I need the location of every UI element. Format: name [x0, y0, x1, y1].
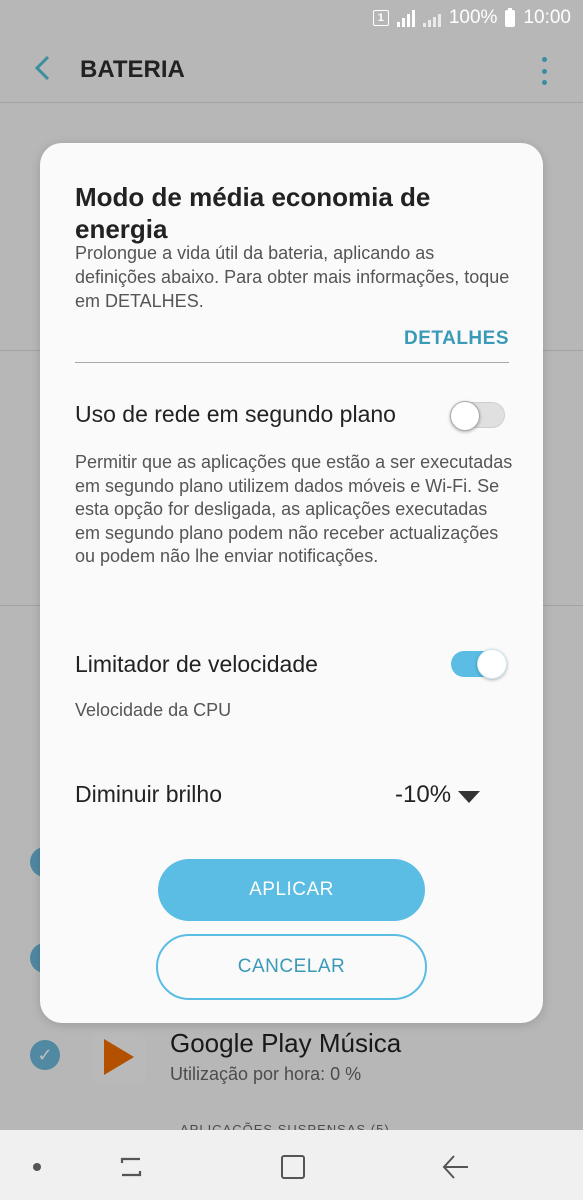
sim-icon: 1 [372, 10, 389, 26]
dropdown-arrow-icon[interactable] [458, 791, 480, 803]
battery-icon [505, 7, 516, 27]
dialog-title: Modo de média economia de energia [75, 182, 431, 244]
speed-limiter-label: Limitador de velocidade [75, 651, 318, 677]
reduce-brightness-label: Diminuir brilho [75, 781, 222, 807]
brightness-value-dropdown[interactable]: -10% [395, 781, 451, 809]
details-link[interactable]: DETALHES [404, 328, 509, 350]
page-title: BATERIA [80, 56, 185, 83]
back-icon[interactable] [442, 1154, 470, 1180]
nav-dot-icon[interactable] [33, 1163, 41, 1171]
back-arrow-icon[interactable] [24, 50, 60, 86]
battery-percent: 100% [448, 7, 498, 28]
background-network-label: Uso de rede em segundo plano [75, 401, 396, 427]
background-network-description: Permitir que as aplicações que estão a s… [75, 452, 513, 566]
background-network-switch[interactable] [450, 401, 505, 431]
speed-limiter-switch[interactable] [451, 649, 507, 679]
dialog-divider [75, 362, 509, 363]
cancel-button[interactable]: CANCELAR [156, 934, 427, 1000]
power-saving-dialog: Modo de média economia de energia Prolon… [40, 143, 543, 1023]
signal-icon [396, 9, 415, 27]
more-options-icon[interactable] [535, 54, 553, 88]
apply-button[interactable]: APLICAR [158, 859, 425, 921]
status-bar: 1 100% 10:00 [0, 0, 583, 36]
recent-apps-icon[interactable] [118, 1155, 144, 1179]
dialog-description: Prolongue a vida útil da bateria, aplica… [75, 243, 510, 311]
app-bar: BATERIA [0, 36, 583, 104]
home-icon[interactable] [281, 1155, 305, 1179]
speed-limiter-description: Velocidade da CPU [75, 700, 232, 720]
clock: 10:00 [523, 7, 571, 28]
signal-2-icon [422, 9, 441, 27]
